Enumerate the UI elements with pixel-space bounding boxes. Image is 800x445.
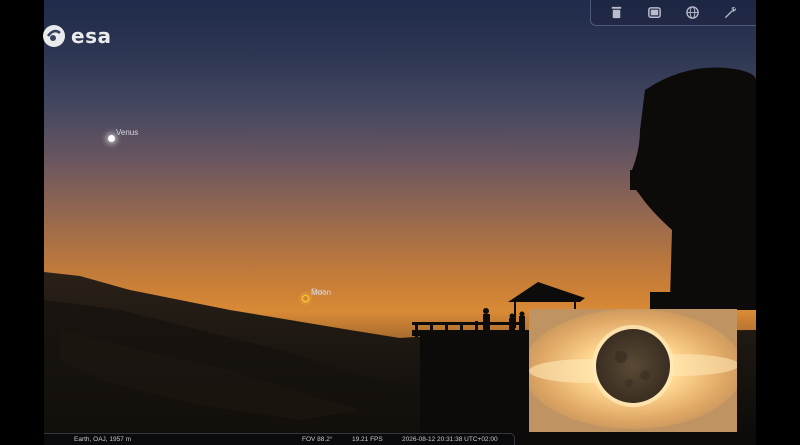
globe-icon [686,6,699,19]
status-location[interactable]: Earth, OAJ, 1957 m [74,436,131,443]
trash-button[interactable] [605,2,627,24]
globe-button[interactable] [682,2,704,24]
screen-icon [648,7,661,18]
screen-button[interactable] [643,2,665,24]
esa-logo: esa [42,24,111,48]
esa-logo-text: esa [71,24,112,48]
status-bar: Earth, OAJ, 1957 m FOV 88.2° 19.21 FPS 2… [44,433,515,445]
wrench-icon [725,6,737,19]
trash-icon [611,6,621,19]
esa-emblem-icon [43,25,65,47]
top-toolbar [590,0,756,26]
stellarium-view[interactable]: Venus Sun Moon esa Earth, OAJ, 1957 m FO… [0,0,800,445]
status-fps: 19.21 FPS [352,436,383,443]
status-fov: FOV 88.2° [302,436,333,443]
eclipse-image [529,309,737,432]
eclipse-inset-view[interactable] [529,309,737,432]
settings-button[interactable] [720,2,742,24]
status-datetime[interactable]: 2026-08-12 20:31:38 UTC+02:00 [402,436,498,443]
